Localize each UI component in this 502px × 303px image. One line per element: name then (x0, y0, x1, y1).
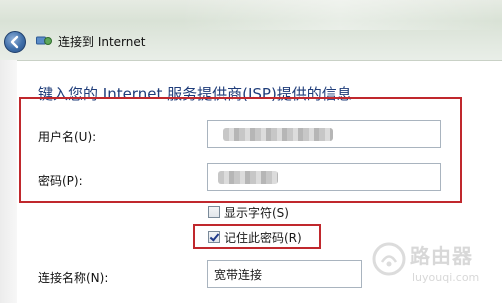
username-redacted-value (223, 128, 333, 141)
left-border (0, 60, 17, 303)
back-arrow-icon (10, 35, 19, 49)
watermark-brand: 路由器 (410, 244, 473, 268)
show-chars-label: 显示字符(S) (224, 206, 289, 220)
username-label: 用户名(U): (38, 130, 97, 144)
password-masked-value (218, 171, 278, 184)
window-title: 连接到 Internet (58, 35, 146, 49)
remember-password-checkbox[interactable] (208, 231, 220, 243)
connection-name-label: 连接名称(N): (38, 271, 109, 285)
titlebar-glass-reflection (180, 0, 500, 30)
network-connection-icon (36, 36, 52, 45)
watermark-url: luyouqi.com (412, 271, 480, 284)
password-label: 密码(P): (38, 174, 83, 188)
username-field[interactable] (207, 120, 441, 148)
remember-password-label: 记住此密码(R) (224, 231, 302, 245)
watermark: 路由器 luyouqi.com (372, 238, 502, 300)
router-logo-icon (372, 242, 406, 276)
back-button[interactable] (4, 31, 26, 53)
window-titlebar: 连接到 Internet (0, 0, 502, 61)
show-chars-checkbox[interactable] (208, 206, 220, 218)
password-field[interactable] (207, 163, 441, 191)
connection-name-field[interactable]: 宽带连接 (207, 260, 362, 288)
